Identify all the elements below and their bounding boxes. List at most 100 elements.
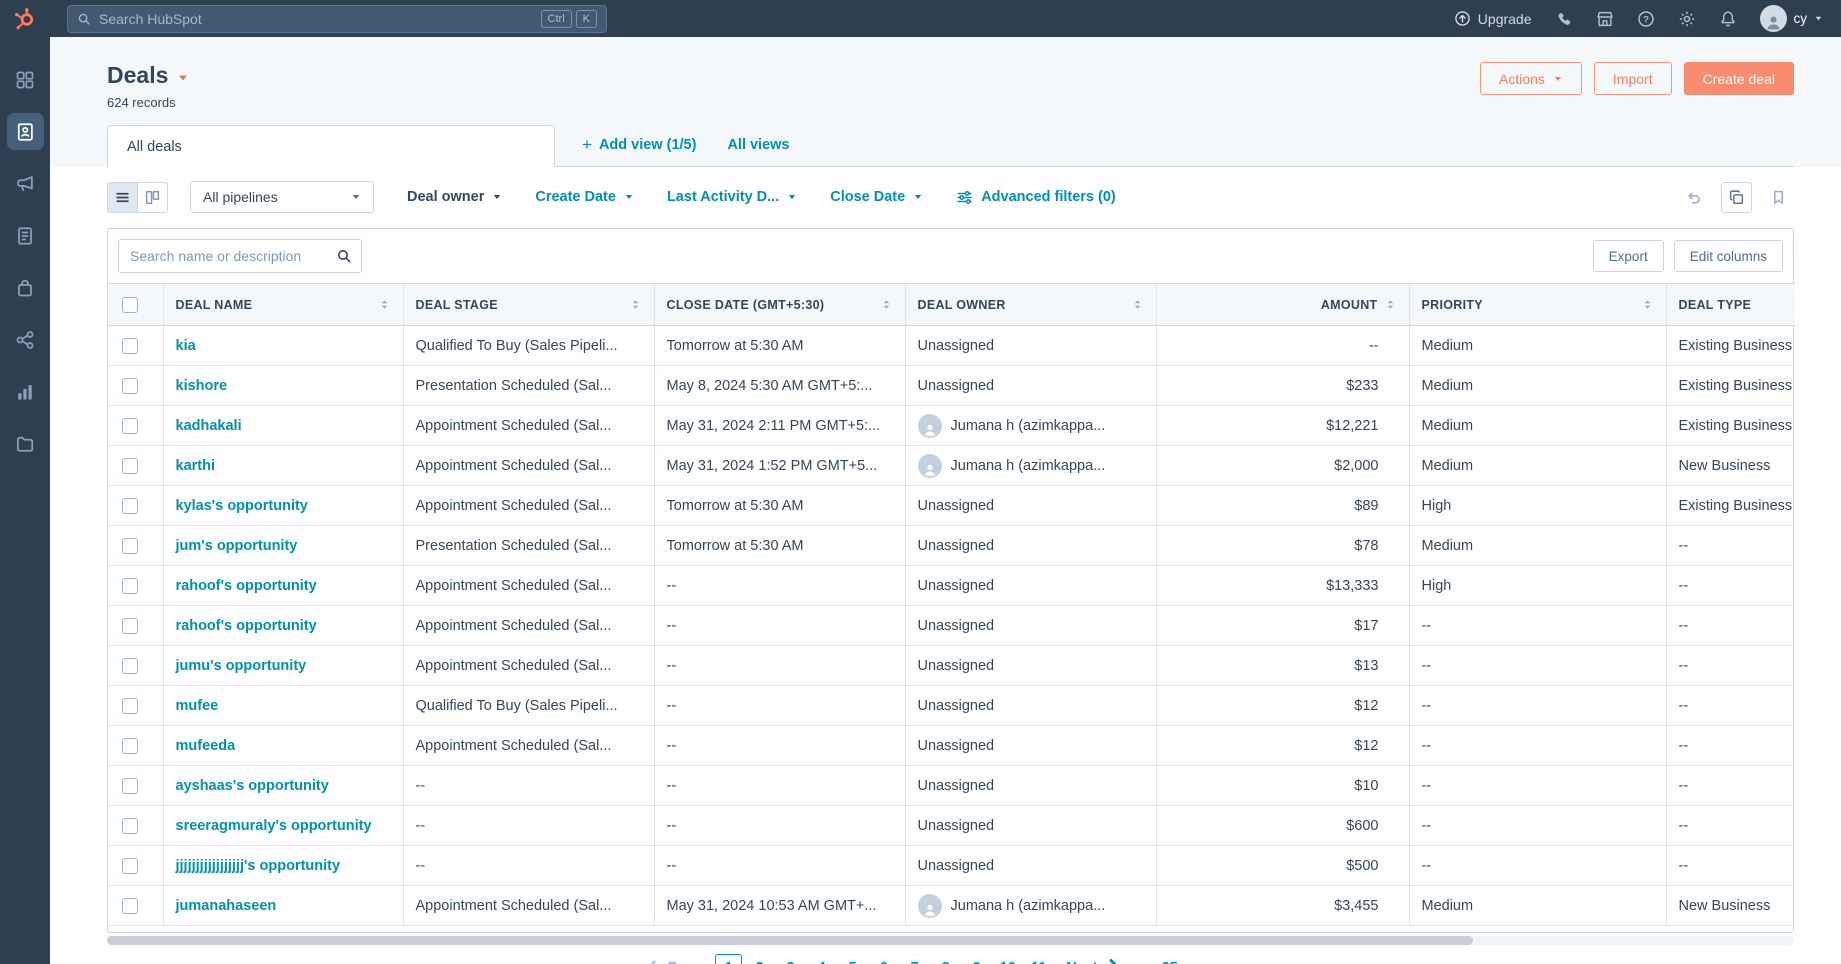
per-page-select[interactable]: 25 per page [1162, 960, 1260, 964]
sort-icon[interactable] [1384, 298, 1397, 311]
pipeline-select[interactable]: All pipelines [190, 181, 374, 213]
row-checkbox[interactable] [122, 898, 138, 914]
filter-close-date[interactable]: Close Date [830, 189, 923, 205]
sort-icon[interactable] [880, 298, 893, 311]
deal-name-link[interactable]: mufeeda [176, 738, 236, 754]
deal-name-link[interactable]: kia [176, 338, 196, 354]
actions-button[interactable]: Actions [1480, 62, 1582, 95]
row-checkbox[interactable] [122, 418, 138, 434]
sidebar-item-crm-contacts[interactable] [7, 113, 44, 150]
table-row: ayshaas's opportunity -- -- Unassigned $… [108, 766, 1795, 806]
all-views-link[interactable]: All views [727, 137, 789, 166]
deal-name-link[interactable]: jjjjjjjjjjjjjjjjj's opportunity [176, 858, 341, 874]
import-button[interactable]: Import [1594, 62, 1672, 95]
global-search[interactable]: Search HubSpot Ctrl K [67, 5, 607, 33]
page-2-button[interactable]: 2 [746, 954, 773, 964]
deal-name-link[interactable]: kylas's opportunity [176, 498, 308, 514]
row-checkbox[interactable] [122, 658, 138, 674]
select-all-checkbox[interactable] [122, 297, 138, 313]
row-checkbox[interactable] [122, 698, 138, 714]
row-checkbox[interactable] [122, 338, 138, 354]
deal-name-link[interactable]: sreeragmuraly's opportunity [176, 818, 372, 834]
sidebar-item-content[interactable] [7, 217, 44, 254]
sidebar-item-automations[interactable] [7, 321, 44, 358]
sidebar-item-reporting[interactable] [7, 373, 44, 410]
page-1-button[interactable]: 1 [715, 954, 742, 964]
row-checkbox[interactable] [122, 538, 138, 554]
sidebar-item-commerce[interactable] [7, 269, 44, 306]
row-checkbox[interactable] [122, 498, 138, 514]
upgrade-button[interactable]: Upgrade [1454, 10, 1532, 27]
deal-name-link[interactable]: kadhakali [176, 418, 242, 434]
deal-name-link[interactable]: jum's opportunity [176, 538, 298, 554]
filter-last-activity-date[interactable]: Last Activity D... [667, 189, 797, 205]
page-5-button[interactable]: 5 [839, 954, 866, 964]
column-header-priority[interactable]: PRIORITY [1409, 284, 1666, 326]
tab-all-deals[interactable]: All deals [107, 125, 555, 167]
deal-name-link[interactable]: rahoof's opportunity [176, 578, 317, 594]
column-header-amount[interactable]: AMOUNT [1156, 284, 1409, 326]
help-icon[interactable] [1637, 10, 1655, 28]
notifications-bell-icon[interactable] [1719, 10, 1737, 28]
deal-name-link[interactable]: ayshaas's opportunity [176, 778, 329, 794]
page-4-button[interactable]: 4 [808, 954, 835, 964]
deal-name-link[interactable]: karthi [176, 458, 216, 474]
row-checkbox[interactable] [122, 858, 138, 874]
column-header-deal-name[interactable]: DEAL NAME [163, 284, 403, 326]
edit-columns-button[interactable]: Edit columns [1674, 240, 1783, 272]
row-checkbox[interactable] [122, 738, 138, 754]
deal-name-link[interactable]: jumanahaseen [176, 898, 277, 914]
undo-button[interactable] [1679, 182, 1710, 213]
sort-icon[interactable] [1131, 298, 1144, 311]
prev-chevron-icon[interactable] [642, 958, 662, 964]
add-view-button[interactable]: + Add view (1/5) [582, 137, 696, 166]
row-checkbox[interactable] [122, 378, 138, 394]
list-view-button[interactable] [107, 182, 138, 213]
prev-button[interactable]: Prev [668, 960, 699, 964]
column-header-deal-stage[interactable]: DEAL STAGE [403, 284, 654, 326]
deal-name-link[interactable]: jumu's opportunity [176, 658, 307, 674]
board-view-button[interactable] [137, 182, 168, 213]
row-checkbox[interactable] [122, 578, 138, 594]
account-menu[interactable]: cy [1760, 5, 1824, 32]
deal-name-link[interactable]: mufee [176, 698, 219, 714]
page-3-button[interactable]: 3 [777, 954, 804, 964]
hscroll-thumb[interactable] [107, 936, 1473, 945]
sort-icon[interactable] [1641, 298, 1654, 311]
sort-icon[interactable] [629, 298, 642, 311]
page-9-button[interactable]: 9 [963, 954, 990, 964]
clone-view-button[interactable] [1721, 182, 1752, 213]
next-chevron-icon[interactable] [1102, 956, 1126, 964]
save-view-button[interactable] [1763, 182, 1794, 213]
next-button[interactable]: Next [1066, 960, 1097, 964]
page-8-button[interactable]: 8 [932, 954, 959, 964]
row-checkbox[interactable] [122, 458, 138, 474]
row-checkbox[interactable] [122, 778, 138, 794]
column-header-close-date[interactable]: CLOSE DATE (GMT+5:30) [654, 284, 905, 326]
column-header-deal-owner[interactable]: DEAL OWNER [905, 284, 1156, 326]
hubspot-logo[interactable] [0, 7, 50, 31]
marketplace-icon[interactable] [1596, 10, 1614, 28]
deal-name-link[interactable]: kishore [176, 378, 228, 394]
advanced-filters-button[interactable]: Advanced filters (0) [956, 189, 1116, 206]
sidebar-item-data-management[interactable] [7, 425, 44, 462]
table-search-input[interactable] [118, 239, 362, 273]
sort-icon[interactable] [378, 298, 391, 311]
page-title-dropdown[interactable]: Deals [107, 62, 189, 89]
filter-deal-owner[interactable]: Deal owner [407, 189, 502, 205]
column-header-deal-type[interactable]: DEAL TYPE [1666, 284, 1795, 326]
page-10-button[interactable]: 10 [994, 954, 1021, 964]
calling-icon[interactable] [1555, 10, 1573, 28]
page-11-button[interactable]: 11 [1025, 954, 1052, 964]
sidebar-item-workspaces[interactable] [7, 61, 44, 98]
create-deal-button[interactable]: Create deal [1684, 62, 1794, 95]
filter-create-date[interactable]: Create Date [535, 189, 634, 205]
page-6-button[interactable]: 6 [870, 954, 897, 964]
sidebar-item-marketing[interactable] [7, 165, 44, 202]
row-checkbox[interactable] [122, 818, 138, 834]
row-checkbox[interactable] [122, 618, 138, 634]
export-button[interactable]: Export [1593, 240, 1664, 272]
page-7-button[interactable]: 7 [901, 954, 928, 964]
settings-gear-icon[interactable] [1678, 10, 1696, 28]
deal-name-link[interactable]: rahoof's opportunity [176, 618, 317, 634]
